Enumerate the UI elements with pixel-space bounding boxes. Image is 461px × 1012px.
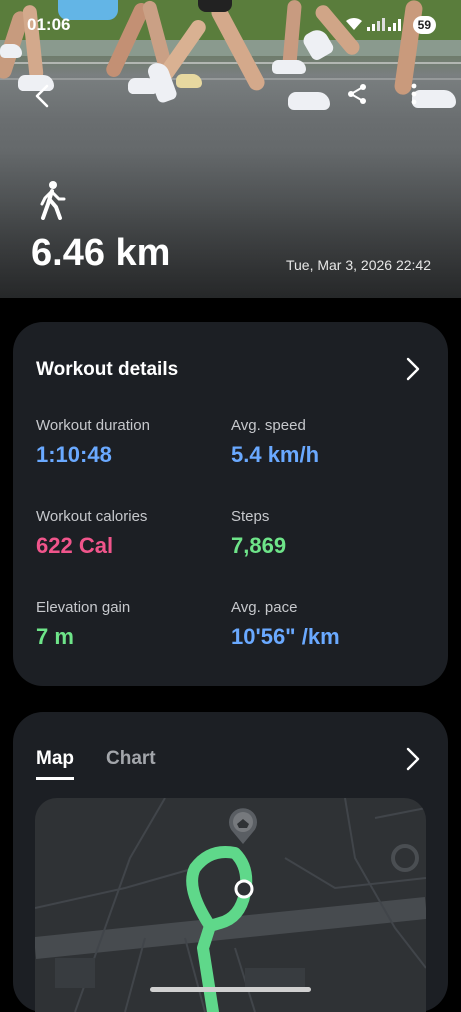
status-bar: 01:06 59: [0, 0, 461, 50]
tab-map[interactable]: Map: [36, 748, 74, 780]
metric-label: Workout calories: [36, 508, 148, 525]
share-icon: [346, 84, 368, 109]
workout-details-card[interactable]: Workout details Workout duration 1:10:48…: [13, 322, 448, 686]
chevron-left-icon: [34, 84, 50, 112]
route-map[interactable]: [35, 798, 426, 1012]
metric-label: Elevation gain: [36, 599, 131, 616]
share-button[interactable]: [346, 83, 368, 110]
metric-value: 1:10:48: [36, 442, 112, 467]
wifi-icon: [345, 17, 363, 36]
map-chart-card: Map Chart: [13, 712, 448, 1012]
metric-label: Steps: [231, 508, 270, 525]
metric-value: 7 m: [36, 624, 74, 649]
back-button[interactable]: [34, 84, 50, 113]
metric-workout-calories: Workout calories 622 Cal: [36, 508, 147, 559]
signal-icon: [367, 17, 401, 36]
chevron-right-icon[interactable]: [406, 357, 420, 386]
battery-indicator: 59: [412, 16, 436, 34]
workout-details-title: Workout details: [36, 359, 179, 380]
status-time: 01:06: [27, 15, 71, 34]
metric-value: 622 Cal: [36, 533, 114, 558]
metric-workout-duration: Workout duration 1:10:48: [36, 417, 150, 468]
more-vertical-icon: [410, 83, 418, 110]
more-options-button[interactable]: [410, 82, 418, 111]
workout-distance: 6.46 km: [31, 232, 171, 274]
metric-avg-speed: Avg. speed 5.4 km/h: [231, 417, 319, 468]
metric-value: 10'56" /km: [231, 624, 340, 649]
tab-active-indicator: [36, 777, 74, 780]
metric-label: Workout duration: [36, 417, 150, 434]
map-pin-icon: [227, 806, 259, 851]
metric-elevation-gain: Elevation gain 7 m: [36, 599, 130, 650]
metric-avg-pace: Avg. pace 10'56" /km: [231, 599, 340, 650]
metric-label: Avg. speed: [231, 417, 306, 434]
home-indicator[interactable]: [150, 987, 311, 992]
tab-chart-label: Chart: [106, 748, 156, 769]
tab-map-label: Map: [36, 748, 74, 769]
metric-value: 7,869: [231, 533, 287, 558]
chevron-right-icon[interactable]: [406, 747, 420, 776]
metric-steps: Steps 7,869: [231, 508, 286, 559]
workout-datetime: Tue, Mar 3, 2026 22:42: [285, 257, 431, 273]
walking-person-icon: [38, 180, 66, 225]
metric-label: Avg. pace: [231, 599, 298, 616]
tab-chart[interactable]: Chart: [106, 748, 156, 770]
metric-value: 5.4 km/h: [231, 442, 320, 467]
